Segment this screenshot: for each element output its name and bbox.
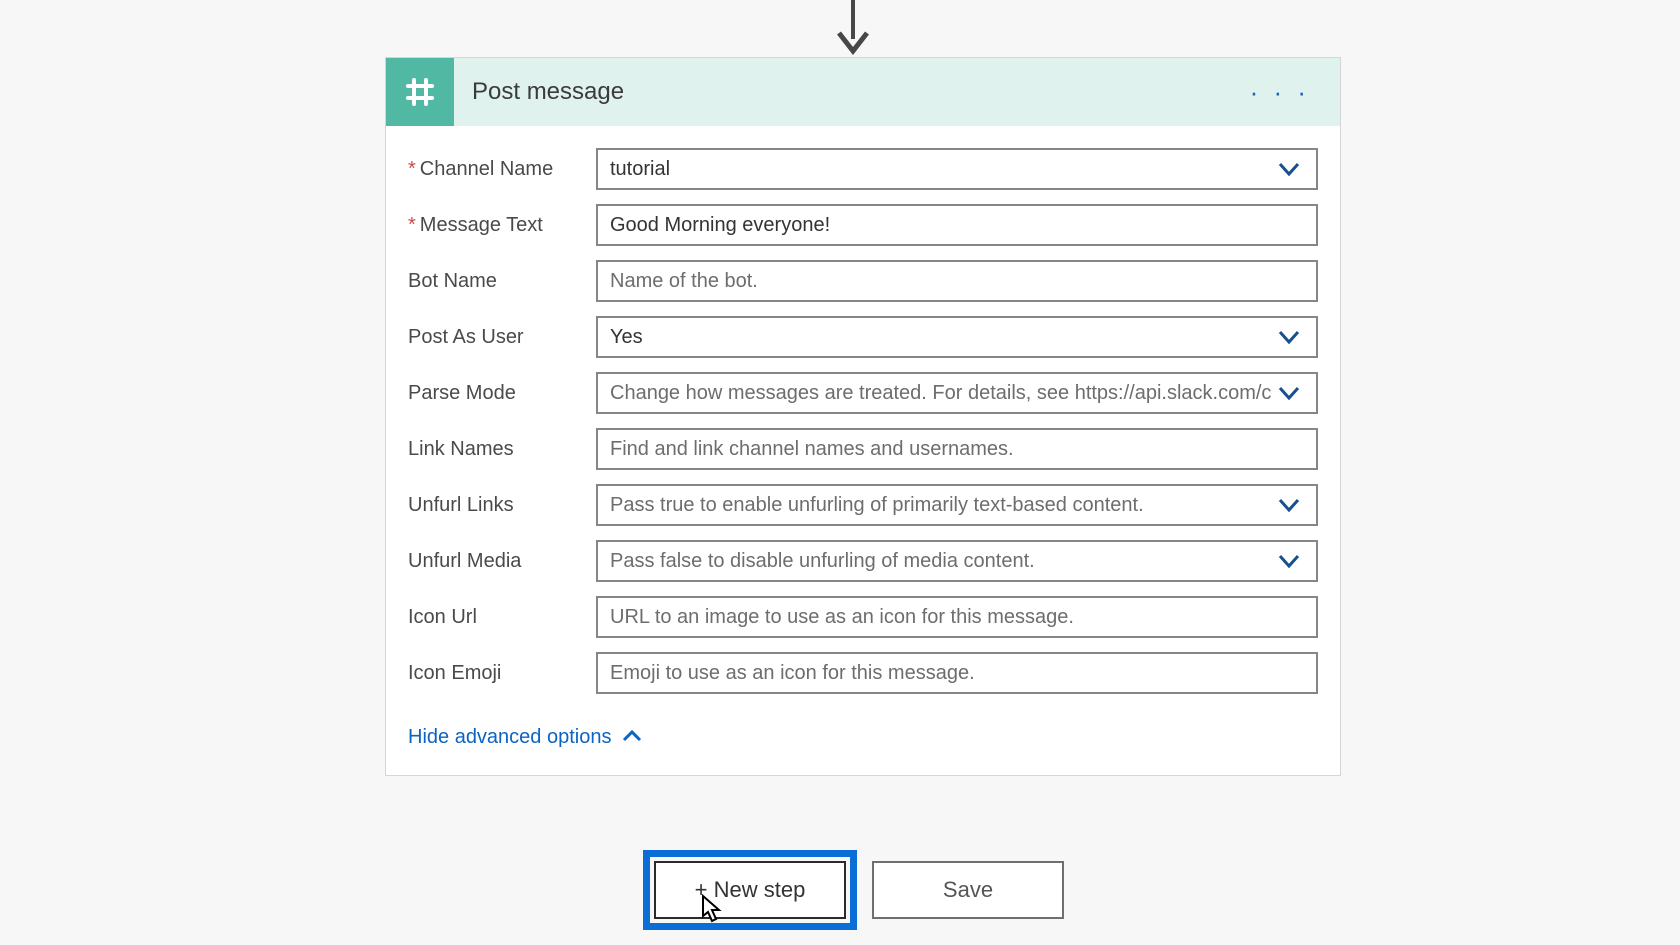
unfurl-media-select[interactable]: Pass false to disable unfurling of media… xyxy=(596,540,1318,582)
chevron-down-icon xyxy=(1274,497,1304,513)
new-step-button[interactable]: + New step xyxy=(654,861,846,919)
parse-mode-placeholder: Change how messages are treated. For det… xyxy=(610,382,1274,405)
label-link-names: Link Names xyxy=(408,428,596,461)
label-unfurl-media: Unfurl Media xyxy=(408,540,596,573)
label-bot-name: Bot Name xyxy=(408,260,596,293)
label-message-text: Message Text xyxy=(408,204,596,237)
unfurl-media-placeholder: Pass false to disable unfurling of media… xyxy=(610,550,1274,573)
icon-emoji-placeholder: Emoji to use as an icon for this message… xyxy=(610,662,1304,685)
save-button[interactable]: Save xyxy=(872,861,1064,919)
channel-name-select[interactable]: tutorial xyxy=(596,148,1318,190)
message-text-input[interactable]: Good Morning everyone! xyxy=(596,204,1318,246)
bot-name-placeholder: Name of the bot. xyxy=(610,270,1304,293)
row-link-names: Link Names Find and link channel names a… xyxy=(408,428,1318,470)
card-header[interactable]: Post message · · · xyxy=(386,58,1340,126)
label-post-as-user: Post As User xyxy=(408,316,596,349)
chevron-down-icon xyxy=(1274,161,1304,177)
row-channel-name: Channel Name tutorial xyxy=(408,148,1318,190)
message-text-value: Good Morning everyone! xyxy=(610,214,1304,237)
icon-emoji-input[interactable]: Emoji to use as an icon for this message… xyxy=(596,652,1318,694)
row-bot-name: Bot Name Name of the bot. xyxy=(408,260,1318,302)
label-channel-name: Channel Name xyxy=(408,148,596,181)
label-unfurl-links: Unfurl Links xyxy=(408,484,596,517)
step-card-post-message: Post message · · · Channel Name tutorial… xyxy=(385,57,1341,776)
chevron-up-icon xyxy=(621,726,643,749)
row-icon-url: Icon Url URL to an image to use as an ic… xyxy=(408,596,1318,638)
label-icon-emoji: Icon Emoji xyxy=(408,652,596,685)
row-post-as-user: Post As User Yes xyxy=(408,316,1318,358)
parse-mode-select[interactable]: Change how messages are treated. For det… xyxy=(596,372,1318,414)
row-unfurl-links: Unfurl Links Pass true to enable unfurli… xyxy=(408,484,1318,526)
link-names-placeholder: Find and link channel names and username… xyxy=(610,438,1304,461)
hide-advanced-options-button[interactable]: Hide advanced options xyxy=(408,726,643,749)
row-parse-mode: Parse Mode Change how messages are treat… xyxy=(408,372,1318,414)
slack-icon xyxy=(386,58,454,126)
footer-buttons: + New step Save xyxy=(643,850,1064,930)
hide-advanced-label: Hide advanced options xyxy=(408,726,611,749)
channel-name-value: tutorial xyxy=(610,158,1274,181)
chevron-down-icon xyxy=(1274,329,1304,345)
unfurl-links-select[interactable]: Pass true to enable unfurling of primari… xyxy=(596,484,1318,526)
row-icon-emoji: Icon Emoji Emoji to use as an icon for t… xyxy=(408,652,1318,694)
post-as-user-value: Yes xyxy=(610,326,1274,349)
icon-url-input[interactable]: URL to an image to use as an icon for th… xyxy=(596,596,1318,638)
highlight-new-step: + New step xyxy=(643,850,857,930)
chevron-down-icon xyxy=(1274,385,1304,401)
row-unfurl-media: Unfurl Media Pass false to disable unfur… xyxy=(408,540,1318,582)
card-body: Channel Name tutorial Message Text Good … xyxy=(386,126,1340,775)
label-icon-url: Icon Url xyxy=(408,596,596,629)
bot-name-input[interactable]: Name of the bot. xyxy=(596,260,1318,302)
row-message-text: Message Text Good Morning everyone! xyxy=(408,204,1318,246)
icon-url-placeholder: URL to an image to use as an icon for th… xyxy=(610,606,1304,629)
flow-arrow xyxy=(823,0,883,55)
label-parse-mode: Parse Mode xyxy=(408,372,596,405)
chevron-down-icon xyxy=(1274,553,1304,569)
card-title: Post message xyxy=(472,78,1244,106)
post-as-user-select[interactable]: Yes xyxy=(596,316,1318,358)
link-names-input[interactable]: Find and link channel names and username… xyxy=(596,428,1318,470)
unfurl-links-placeholder: Pass true to enable unfurling of primari… xyxy=(610,494,1274,517)
more-options-icon[interactable]: · · · xyxy=(1244,73,1316,112)
